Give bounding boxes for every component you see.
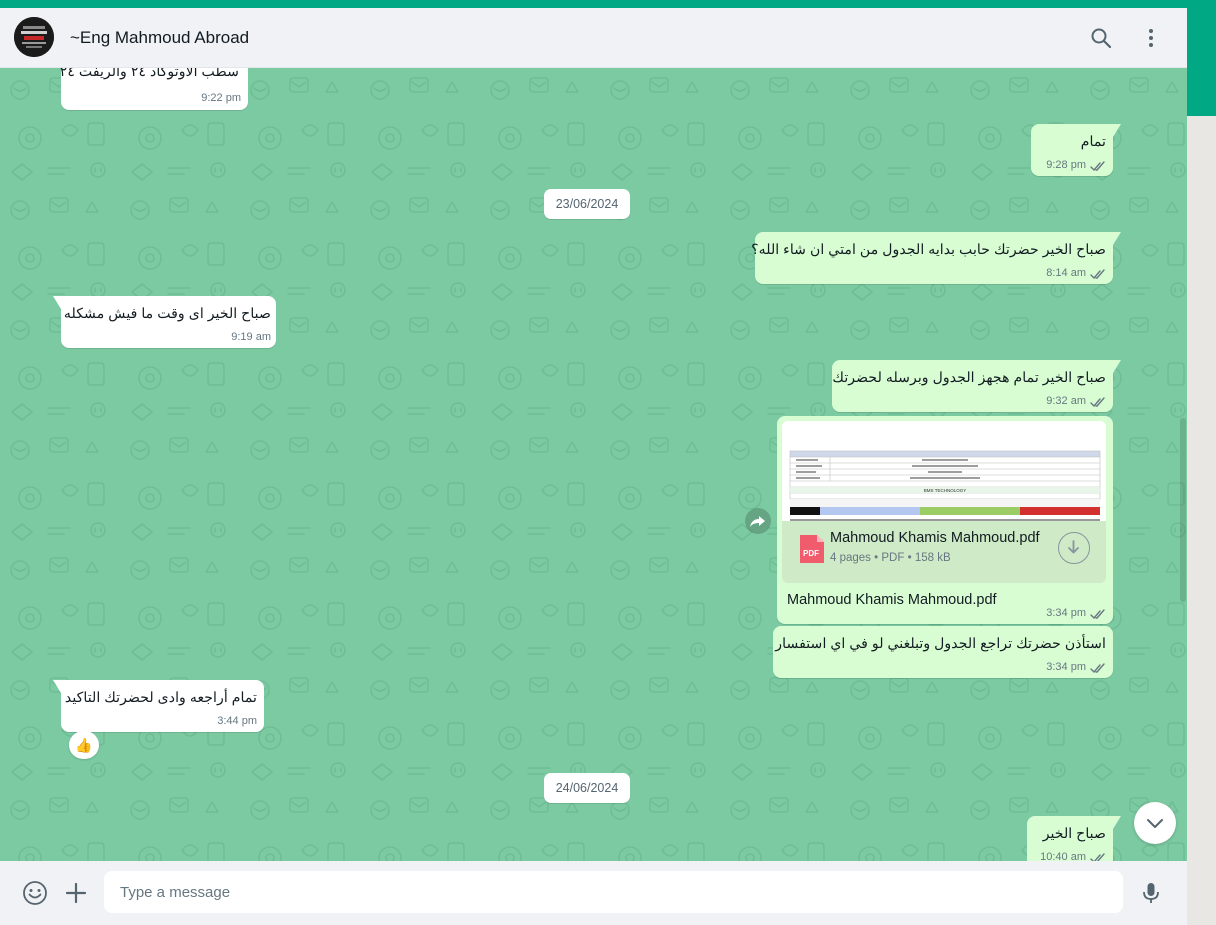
chat-header: ~Eng Mahmoud Abroad: [0, 8, 1187, 68]
pdf-badge-text: PDF: [803, 549, 819, 558]
message-time: 9:19 am: [231, 331, 271, 343]
message-bubble-outgoing[interactable]: صباح الخير 10:40 am: [1027, 816, 1121, 861]
download-arrow-icon: [1068, 540, 1079, 554]
bubble-tail: [1113, 816, 1121, 829]
message-bubble-outgoing[interactable]: تمام 9:28 pm: [1031, 124, 1121, 176]
message-composer: [0, 861, 1187, 925]
contact-name[interactable]: ~Eng Mahmoud Abroad: [70, 28, 249, 48]
message-list[interactable]: سطب الاوتوكاد ٢٤ والريفت ٢٤ 9:22 pm تمام…: [0, 68, 1187, 861]
message-text: صباح الخير تمام هجهز الجدول وبرسله لحضرت…: [832, 370, 1106, 386]
message-text: تمام أراجعه وادى لحضرتك التاكيد: [64, 690, 257, 706]
info-separator: •: [907, 552, 912, 564]
double-tick-icon: [1090, 269, 1105, 280]
pdf-preview-thumbnail: BMS TECHNOLOGY: [782, 421, 1106, 521]
double-tick-icon: [1090, 609, 1105, 620]
double-tick-icon: [1090, 663, 1105, 674]
document-file-info: 4 pages • PDF • 158 kB: [830, 552, 951, 564]
top-accent-strip: [0, 0, 1216, 8]
document-file-name: Mahmoud Khamis Mahmoud.pdf: [830, 530, 1040, 546]
chat-scrollbar-thumb[interactable]: [1180, 418, 1186, 602]
pdf-file-icon: PDF: [800, 535, 824, 563]
forward-icon[interactable]: [745, 508, 771, 534]
bubble-tail: [1113, 124, 1121, 137]
message-time: 8:14 am: [1046, 267, 1086, 279]
kebab-menu-icon[interactable]: [1139, 26, 1163, 50]
search-icon[interactable]: [1089, 26, 1113, 50]
message-text: صباح الخير اى وقت ما فيش مشكله: [63, 306, 271, 322]
message-time: 3:34 pm: [1046, 607, 1086, 619]
message-bubble-incoming[interactable]: سطب الاوتوكاد ٢٤ والريفت ٢٤ 9:22 pm: [59, 68, 248, 110]
message-bubble-outgoing[interactable]: استأذن حضرتك تراجع الجدول وتبلغني لو في …: [773, 626, 1113, 678]
date-divider: 23/06/2024: [544, 189, 630, 219]
message-time: 3:44 pm: [217, 715, 257, 727]
window-edge-accent: [1187, 8, 1216, 116]
document-size: 158 kB: [914, 552, 951, 564]
message-text: صباح الخير حضرتك حابب بدايه الجدول من ام…: [751, 242, 1106, 258]
message-text: تمام: [1080, 134, 1106, 150]
chevron-down-icon: [1147, 819, 1163, 828]
chat-window: ~Eng Mahmoud Abroad سطب الاوتوكاد ٢٤ وال…: [0, 8, 1187, 925]
message-bubble-outgoing[interactable]: صباح الخير حضرتك حابب بدايه الجدول من ام…: [751, 232, 1121, 284]
scroll-to-bottom-button[interactable]: [1134, 802, 1176, 844]
bubble-tail: [1113, 360, 1121, 373]
message-time: 9:22 pm: [201, 92, 241, 104]
message-input-wrapper: [104, 871, 1123, 913]
message-bubble-incoming[interactable]: صباح الخير اى وقت ما فيش مشكله 9:19 am: [53, 296, 276, 348]
message-time: 9:32 am: [1046, 395, 1086, 407]
emoji-icon[interactable]: [22, 880, 48, 906]
preview-banner-text: BMS TECHNOLOGY: [924, 488, 966, 493]
double-tick-icon: [1090, 397, 1105, 408]
document-format: PDF: [881, 552, 905, 564]
info-separator: •: [874, 552, 879, 564]
message-bubble-outgoing[interactable]: صباح الخير تمام هجهز الجدول وبرسله لحضرت…: [832, 360, 1121, 412]
bubble-tail: [1113, 232, 1121, 245]
plus-icon[interactable]: [63, 880, 89, 906]
double-tick-icon: [1090, 853, 1105, 861]
message-bubble-incoming[interactable]: تمام أراجعه وادى لحضرتك التاكيد 3:44 pm: [53, 680, 264, 732]
document-message[interactable]: BMS TECHNOLOGY PDF Mahmoud Khamis Mahmou…: [777, 416, 1113, 624]
message-time: 9:28 pm: [1046, 159, 1086, 171]
document-pages: 4 pages: [830, 552, 871, 564]
download-button[interactable]: [1058, 532, 1090, 564]
double-tick-icon: [1090, 161, 1105, 172]
message-text: صباح الخير: [1042, 826, 1106, 842]
bubble-tail: [53, 680, 61, 693]
document-caption: Mahmoud Khamis Mahmoud.pdf: [787, 592, 997, 608]
window-edge-background: [1187, 116, 1216, 925]
message-time: 3:34 pm: [1046, 661, 1086, 673]
contact-avatar[interactable]: [14, 17, 54, 57]
bubble-tail: [53, 296, 61, 309]
microphone-icon[interactable]: [1138, 880, 1164, 906]
message-text: استأذن حضرتك تراجع الجدول وتبلغني لو في …: [775, 636, 1106, 652]
date-divider: 24/06/2024: [544, 773, 630, 803]
message-text: سطب الاوتوكاد ٢٤ والريفت ٢٤: [59, 68, 239, 80]
message-input[interactable]: [104, 871, 1123, 913]
pdf-preview[interactable]: BMS TECHNOLOGY: [782, 421, 1106, 521]
message-reaction[interactable]: 👍: [69, 731, 99, 759]
message-time: 10:40 am: [1040, 851, 1086, 861]
